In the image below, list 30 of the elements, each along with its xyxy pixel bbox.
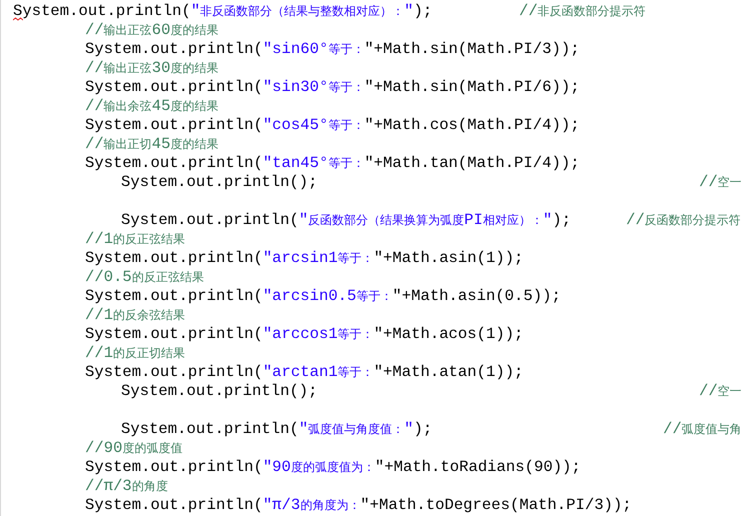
code-statement: System.out.println("sin60°等于："+Math.sin(Math.PI/3));: [85, 40, 580, 59]
code-comment: //π/3的角度: [85, 477, 168, 496]
code-statement: System.out.println("π/3的角度为："+Math.toDegrees(Math.PI/3));: [85, 496, 632, 515]
code-statement: System.out.println("arctan1等于："+Math.atan(1));: [85, 363, 524, 382]
code-comment: //输出正弦60度的结果: [85, 21, 218, 40]
code-comment: //输出正切45度的结果: [85, 135, 218, 154]
code-statement: System.out.println();: [121, 173, 319, 192]
code-comment: //1的反余弦结果: [85, 306, 186, 325]
code-statement: System.out.println();: [121, 382, 319, 401]
code-statement: System.out.println("弧度值与角度值：");: [121, 420, 434, 439]
code-statement: System.out.println("arcsin0.5等于："+Math.asin(0.5));: [85, 287, 561, 306]
code-comment: //0.5的反正弦结果: [85, 268, 204, 287]
code-comment: //输出余弦45度的结果: [85, 97, 218, 116]
code-comment: //反函数部分提示符: [626, 211, 741, 230]
code-statement: System.out.println("sin30°等于："+Math.sin(Math.PI/6));: [85, 78, 580, 97]
code-comment: //1的反正切结果: [85, 344, 186, 363]
code-statement: System.out.println("反函数部分（结果换算为弧度PI相对应）：");: [121, 211, 572, 230]
code-comment: //非反函数部分提示符: [519, 2, 646, 21]
code-comment: //空一: [699, 382, 742, 401]
code-comment: //1的反正弦结果: [85, 230, 186, 249]
code-statement: System.out.println("arcsin1等于："+Math.asin(1));: [85, 249, 524, 268]
code-comment: //空一: [699, 173, 742, 192]
code-comment: //弧度值与角: [663, 420, 742, 439]
code-statement: System.out.println("90度的弧度值为："+Math.toRadians(90));: [85, 458, 581, 477]
code-statement: System.out.println("arccos1等于："+Math.acos(1));: [85, 325, 524, 344]
code-statement: System.out.println("cos45°等于："+Math.cos(Math.PI/4));: [85, 116, 580, 135]
code-comment: //90度的弧度值: [85, 439, 182, 458]
code-comment: //输出正弦30度的结果: [85, 59, 218, 78]
code-statement: System.out.println("非反函数部分（结果与整数相对应）：");: [13, 2, 434, 21]
code-statement: System.out.println("tan45°等于："+Math.tan(Math.PI/4));: [85, 154, 580, 173]
